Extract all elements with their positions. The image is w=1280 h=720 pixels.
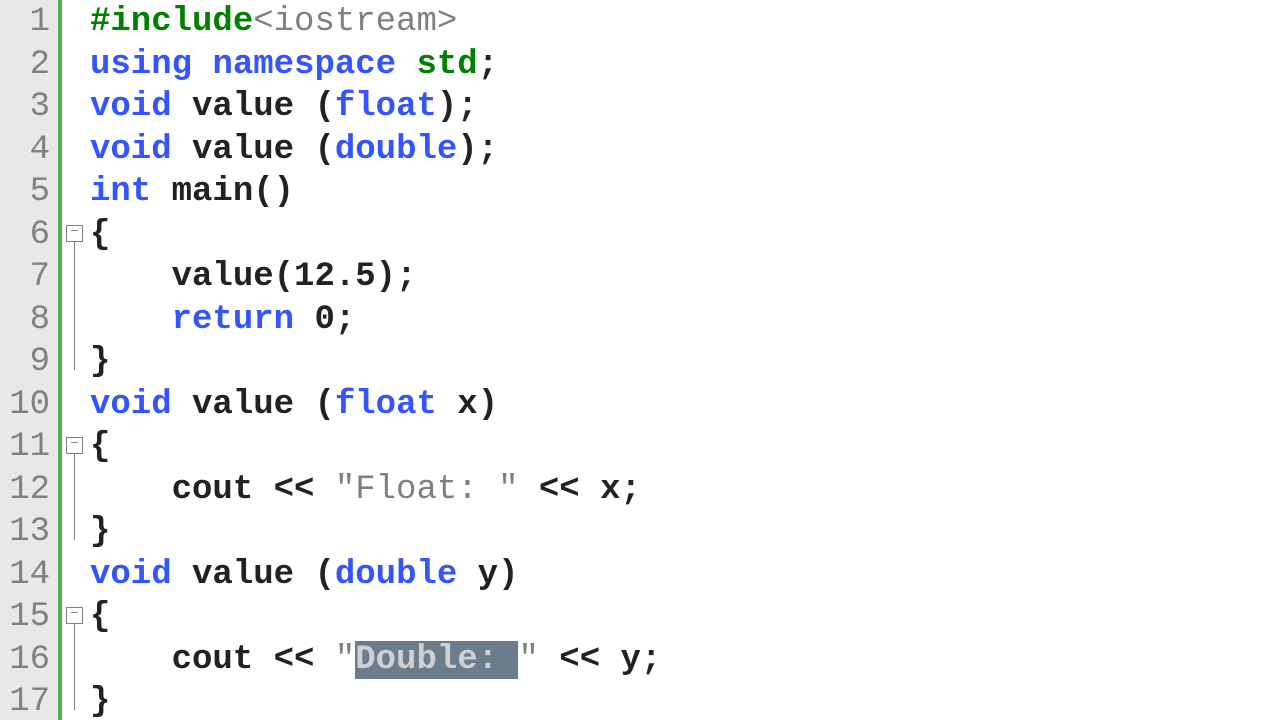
fold-toggle-icon[interactable]: − <box>66 607 83 624</box>
token: value ( <box>172 386 335 424</box>
token-kw: double <box>335 131 457 169</box>
token: } <box>90 683 110 720</box>
token: main() <box>151 173 294 211</box>
token-kw: float <box>335 386 437 424</box>
line-number: 8 <box>0 299 58 342</box>
token-str: "Float: " <box>335 471 519 509</box>
token: } <box>90 513 110 551</box>
token: cout << <box>90 471 335 509</box>
token-str: <iostream> <box>253 3 457 41</box>
line-number: 3 <box>0 86 58 129</box>
line-number: 15 <box>0 596 58 639</box>
token: << x; <box>518 471 640 509</box>
line-number: 2 <box>0 44 58 87</box>
token: ); <box>437 88 478 126</box>
token-kw: return <box>172 301 294 339</box>
token-kw: void <box>90 131 172 169</box>
token-kw: namespace <box>212 46 396 84</box>
token-kw: void <box>90 556 172 594</box>
code-line[interactable]: cout << "Float: " << x; <box>90 469 1280 512</box>
code-line[interactable]: return 0; <box>90 299 1280 342</box>
line-number: 13 <box>0 511 58 554</box>
line-number: 11 <box>0 426 58 469</box>
token-num: 0 <box>314 301 334 339</box>
line-number: 16 <box>0 639 58 682</box>
code-line[interactable]: } <box>90 681 1280 720</box>
code-line[interactable]: using namespace std; <box>90 44 1280 87</box>
token-str: " <box>335 641 355 679</box>
token-sel: Double: <box>355 641 518 679</box>
token: ; <box>335 301 355 339</box>
token: { <box>90 428 110 466</box>
line-number: 14 <box>0 554 58 597</box>
token-pre: std <box>416 46 477 84</box>
code-line[interactable]: int main() <box>90 171 1280 214</box>
code-line[interactable]: void value (float); <box>90 86 1280 129</box>
token-kw: using <box>90 46 192 84</box>
token-pre: #include <box>90 3 253 41</box>
code-line[interactable]: cout << "Double: " << y; <box>90 639 1280 682</box>
fold-toggle-icon[interactable]: − <box>66 437 83 454</box>
token-kw: void <box>90 88 172 126</box>
code-line[interactable]: { <box>90 426 1280 469</box>
code-line[interactable]: void value (float x) <box>90 384 1280 427</box>
token-kw: int <box>90 173 151 211</box>
code-line[interactable]: #include<iostream> <box>90 1 1280 44</box>
code-line[interactable]: { <box>90 596 1280 639</box>
code-area[interactable]: #include<iostream>using namespace std;vo… <box>90 0 1280 720</box>
token: x) <box>437 386 498 424</box>
token <box>294 301 314 339</box>
token-kw: void <box>90 386 172 424</box>
line-number: 12 <box>0 469 58 512</box>
token: cout << <box>90 641 335 679</box>
line-number: 7 <box>0 256 58 299</box>
line-number-gutter: 1234567891011121314151617 <box>0 0 62 720</box>
line-number: 4 <box>0 129 58 172</box>
token: << y; <box>539 641 661 679</box>
token-str: " <box>518 641 538 679</box>
token: ); <box>376 258 417 296</box>
token <box>90 301 172 339</box>
code-line[interactable]: } <box>90 341 1280 384</box>
line-number: 10 <box>0 384 58 427</box>
line-number: 6 <box>0 214 58 257</box>
token: value ( <box>172 556 335 594</box>
code-line[interactable]: { <box>90 214 1280 257</box>
code-line[interactable]: void value (double y) <box>90 554 1280 597</box>
token-kw: float <box>335 88 437 126</box>
code-line[interactable]: value(12.5); <box>90 256 1280 299</box>
token: } <box>90 343 110 381</box>
token: value( <box>90 258 294 296</box>
token: value ( <box>172 131 335 169</box>
token: ; <box>478 46 498 84</box>
fold-toggle-icon[interactable]: − <box>66 225 83 242</box>
token: { <box>90 216 110 254</box>
token: value ( <box>172 88 335 126</box>
token-kw: double <box>335 556 457 594</box>
line-number: 9 <box>0 341 58 384</box>
line-number: 17 <box>0 681 58 720</box>
code-line[interactable]: void value (double); <box>90 129 1280 172</box>
fold-column: − − − <box>62 0 90 720</box>
token-num: 12.5 <box>294 258 376 296</box>
token <box>396 46 416 84</box>
token <box>192 46 212 84</box>
code-line[interactable]: } <box>90 511 1280 554</box>
line-number: 1 <box>0 1 58 44</box>
token: ); <box>457 131 498 169</box>
line-number: 5 <box>0 171 58 214</box>
token: y) <box>457 556 518 594</box>
token: { <box>90 598 110 636</box>
